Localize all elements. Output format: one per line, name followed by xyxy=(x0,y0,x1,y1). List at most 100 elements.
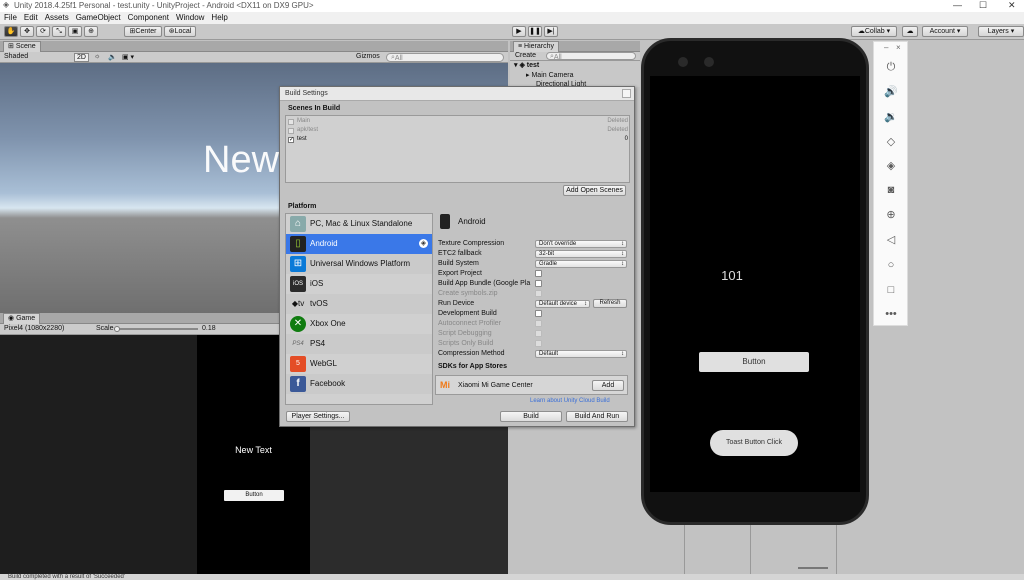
platform-webgl[interactable]: 5 WebGL xyxy=(286,354,432,374)
scene-search-input[interactable]: ⌕ All xyxy=(386,53,504,62)
scene-text-object[interactable]: New xyxy=(203,139,279,182)
home-icon[interactable]: ○ xyxy=(883,257,899,273)
rect-tool-icon[interactable]: ▣ xyxy=(68,26,82,37)
app-button[interactable]: Button xyxy=(699,352,809,372)
shaded-dropdown[interactable]: Shaded xyxy=(4,53,28,60)
play-button[interactable]: ▶ xyxy=(512,26,526,37)
zoom-slider[interactable] xyxy=(798,567,828,569)
platform-android[interactable]: ▯ Android ◈ xyxy=(286,234,432,254)
transform-tool-icon[interactable]: ⊕ xyxy=(84,26,98,37)
menu-assets[interactable]: Assets xyxy=(45,13,69,22)
cloud-build-link[interactable]: Learn about Unity Cloud Build xyxy=(530,398,610,404)
scene-row[interactable]: apk/test Deleted xyxy=(288,127,628,136)
scene-row[interactable]: Main Deleted xyxy=(288,118,628,127)
scene-row[interactable]: ✓ test 0 xyxy=(288,136,628,145)
account-dropdown[interactable]: Account ▾ xyxy=(922,26,968,37)
pivot-center-button[interactable]: ⊞Center xyxy=(124,26,162,37)
menu-edit[interactable]: Edit xyxy=(24,13,38,22)
platform-facebook[interactable]: f Facebook xyxy=(286,374,432,394)
menu-gameobject[interactable]: GameObject xyxy=(76,13,121,22)
lighting-icon[interactable]: ☼ xyxy=(94,53,100,60)
scene-checkbox-checked[interactable]: ✓ xyxy=(288,137,294,143)
power-icon[interactable]: ⏻ xyxy=(883,59,899,75)
panel-divider xyxy=(836,525,837,574)
build-system-dropdown[interactable]: Gradle xyxy=(535,260,627,268)
emulator-close-icon[interactable]: × xyxy=(896,43,901,52)
scene-checkbox[interactable] xyxy=(288,128,294,134)
rotate-left-icon[interactable]: ◇ xyxy=(883,134,899,150)
development-build-checkbox[interactable] xyxy=(535,310,542,317)
rotate-tool-icon[interactable]: ⟳ xyxy=(36,26,50,37)
move-tool-icon[interactable]: ✥ xyxy=(20,26,34,37)
scale-tool-icon[interactable]: ⤡ xyxy=(52,26,66,37)
hand-tool-icon[interactable]: ✋ xyxy=(4,26,18,37)
pivot-local-button[interactable]: ⊛Local xyxy=(164,26,196,37)
resolution-dropdown[interactable]: Pixel4 (1080x2280) xyxy=(4,325,64,332)
compression-method-dropdown[interactable]: Default xyxy=(535,350,627,358)
platform-ps4[interactable]: PS4 PS4 xyxy=(286,334,432,354)
zoom-icon[interactable]: ⊕ xyxy=(883,207,899,223)
layers-dropdown[interactable]: Layers ▾ xyxy=(978,26,1024,37)
front-sensor-icon xyxy=(704,57,714,67)
center-label: Center xyxy=(135,28,157,35)
close-icon[interactable]: ✕ xyxy=(1008,0,1016,11)
window-close-icon[interactable] xyxy=(622,89,631,98)
platform-xbox[interactable]: ✕ Xbox One xyxy=(286,314,432,334)
audio-icon[interactable]: 🔈 xyxy=(108,53,117,61)
hierarchy-tab[interactable]: ≡ Hierarchy xyxy=(513,41,559,52)
minimize-icon[interactable]: — xyxy=(953,0,962,10)
2d-toggle[interactable]: 2D xyxy=(74,53,89,62)
emulator-minimize-icon[interactable]: – xyxy=(884,43,888,52)
rotate-right-icon[interactable]: ◈ xyxy=(883,158,899,174)
volume-down-icon[interactable]: 🔉 xyxy=(883,109,899,125)
game-button[interactable]: Button xyxy=(224,490,284,501)
collab-button[interactable]: ☁Collab ▾ xyxy=(851,26,897,37)
refresh-button[interactable]: Refresh xyxy=(593,299,627,308)
hierarchy-scene-root[interactable]: ▾ ◈ test xyxy=(514,61,539,69)
back-icon[interactable]: ◁ xyxy=(883,232,899,248)
texture-compression-dropdown[interactable]: Don't override xyxy=(535,240,627,248)
maximize-icon[interactable]: ☐ xyxy=(979,0,987,11)
sdk-add-button[interactable]: Add xyxy=(592,380,624,391)
scale-value: 0.18 xyxy=(202,325,216,332)
platform-standalone[interactable]: ⌂ PC, Mac & Linux Standalone xyxy=(286,214,432,234)
pause-button[interactable]: ❚❚ xyxy=(528,26,542,37)
player-settings-button[interactable]: Player Settings... xyxy=(286,411,350,422)
hierarchy-create-dropdown[interactable]: Create xyxy=(515,52,536,59)
scale-slider-thumb[interactable] xyxy=(114,326,120,332)
scene-checkbox[interactable] xyxy=(288,119,294,125)
platform-tvos[interactable]: ◆tv tvOS xyxy=(286,294,432,314)
toast-button[interactable]: Toast Button Click xyxy=(710,430,798,456)
gizmos-dropdown[interactable]: Gizmos xyxy=(356,53,380,60)
emulator-screen[interactable]: 101 Button Toast Button Click xyxy=(650,76,860,492)
scene-search-text: All xyxy=(394,55,403,62)
export-project-checkbox[interactable] xyxy=(535,270,542,277)
more-options-icon[interactable]: ••• xyxy=(883,306,899,322)
scene-tab[interactable]: ⊞ Scene xyxy=(3,41,41,52)
menu-help[interactable]: Help xyxy=(211,13,227,22)
build-app-bundle-checkbox[interactable] xyxy=(535,280,542,287)
step-button[interactable]: ▶| xyxy=(544,26,558,37)
volume-up-icon[interactable]: 🔊 xyxy=(883,84,899,100)
services-cloud-icon[interactable]: ☁ xyxy=(902,26,918,37)
platform-uwp[interactable]: ⊞ Universal Windows Platform xyxy=(286,254,432,274)
hierarchy-search-input[interactable]: ⌕ All xyxy=(546,52,636,61)
collab-label: Collab xyxy=(864,28,885,35)
menu-component[interactable]: Component xyxy=(128,13,169,22)
game-tab[interactable]: ◉ Game xyxy=(3,313,41,324)
effects-icon[interactable]: ▣ ▾ xyxy=(122,53,134,61)
scale-slider[interactable] xyxy=(114,328,198,330)
menu-file[interactable]: File xyxy=(4,13,17,22)
build-and-run-button[interactable]: Build And Run xyxy=(566,411,628,422)
platform-ios[interactable]: iOS iOS xyxy=(286,274,432,294)
add-open-scenes-button[interactable]: Add Open Scenes xyxy=(563,185,626,196)
build-button[interactable]: Build xyxy=(500,411,562,422)
menu-window[interactable]: Window xyxy=(176,13,204,22)
overview-icon[interactable]: □ xyxy=(883,282,899,298)
cloud-icon: ☁ xyxy=(857,28,865,35)
hierarchy-item[interactable]: ▸ Main Camera xyxy=(526,71,573,79)
build-system-label: Build System xyxy=(438,260,479,267)
etc2-fallback-dropdown[interactable]: 32-bit xyxy=(535,250,627,258)
screenshot-icon[interactable]: ◙ xyxy=(883,182,899,198)
run-device-dropdown[interactable]: Default device xyxy=(535,300,590,308)
